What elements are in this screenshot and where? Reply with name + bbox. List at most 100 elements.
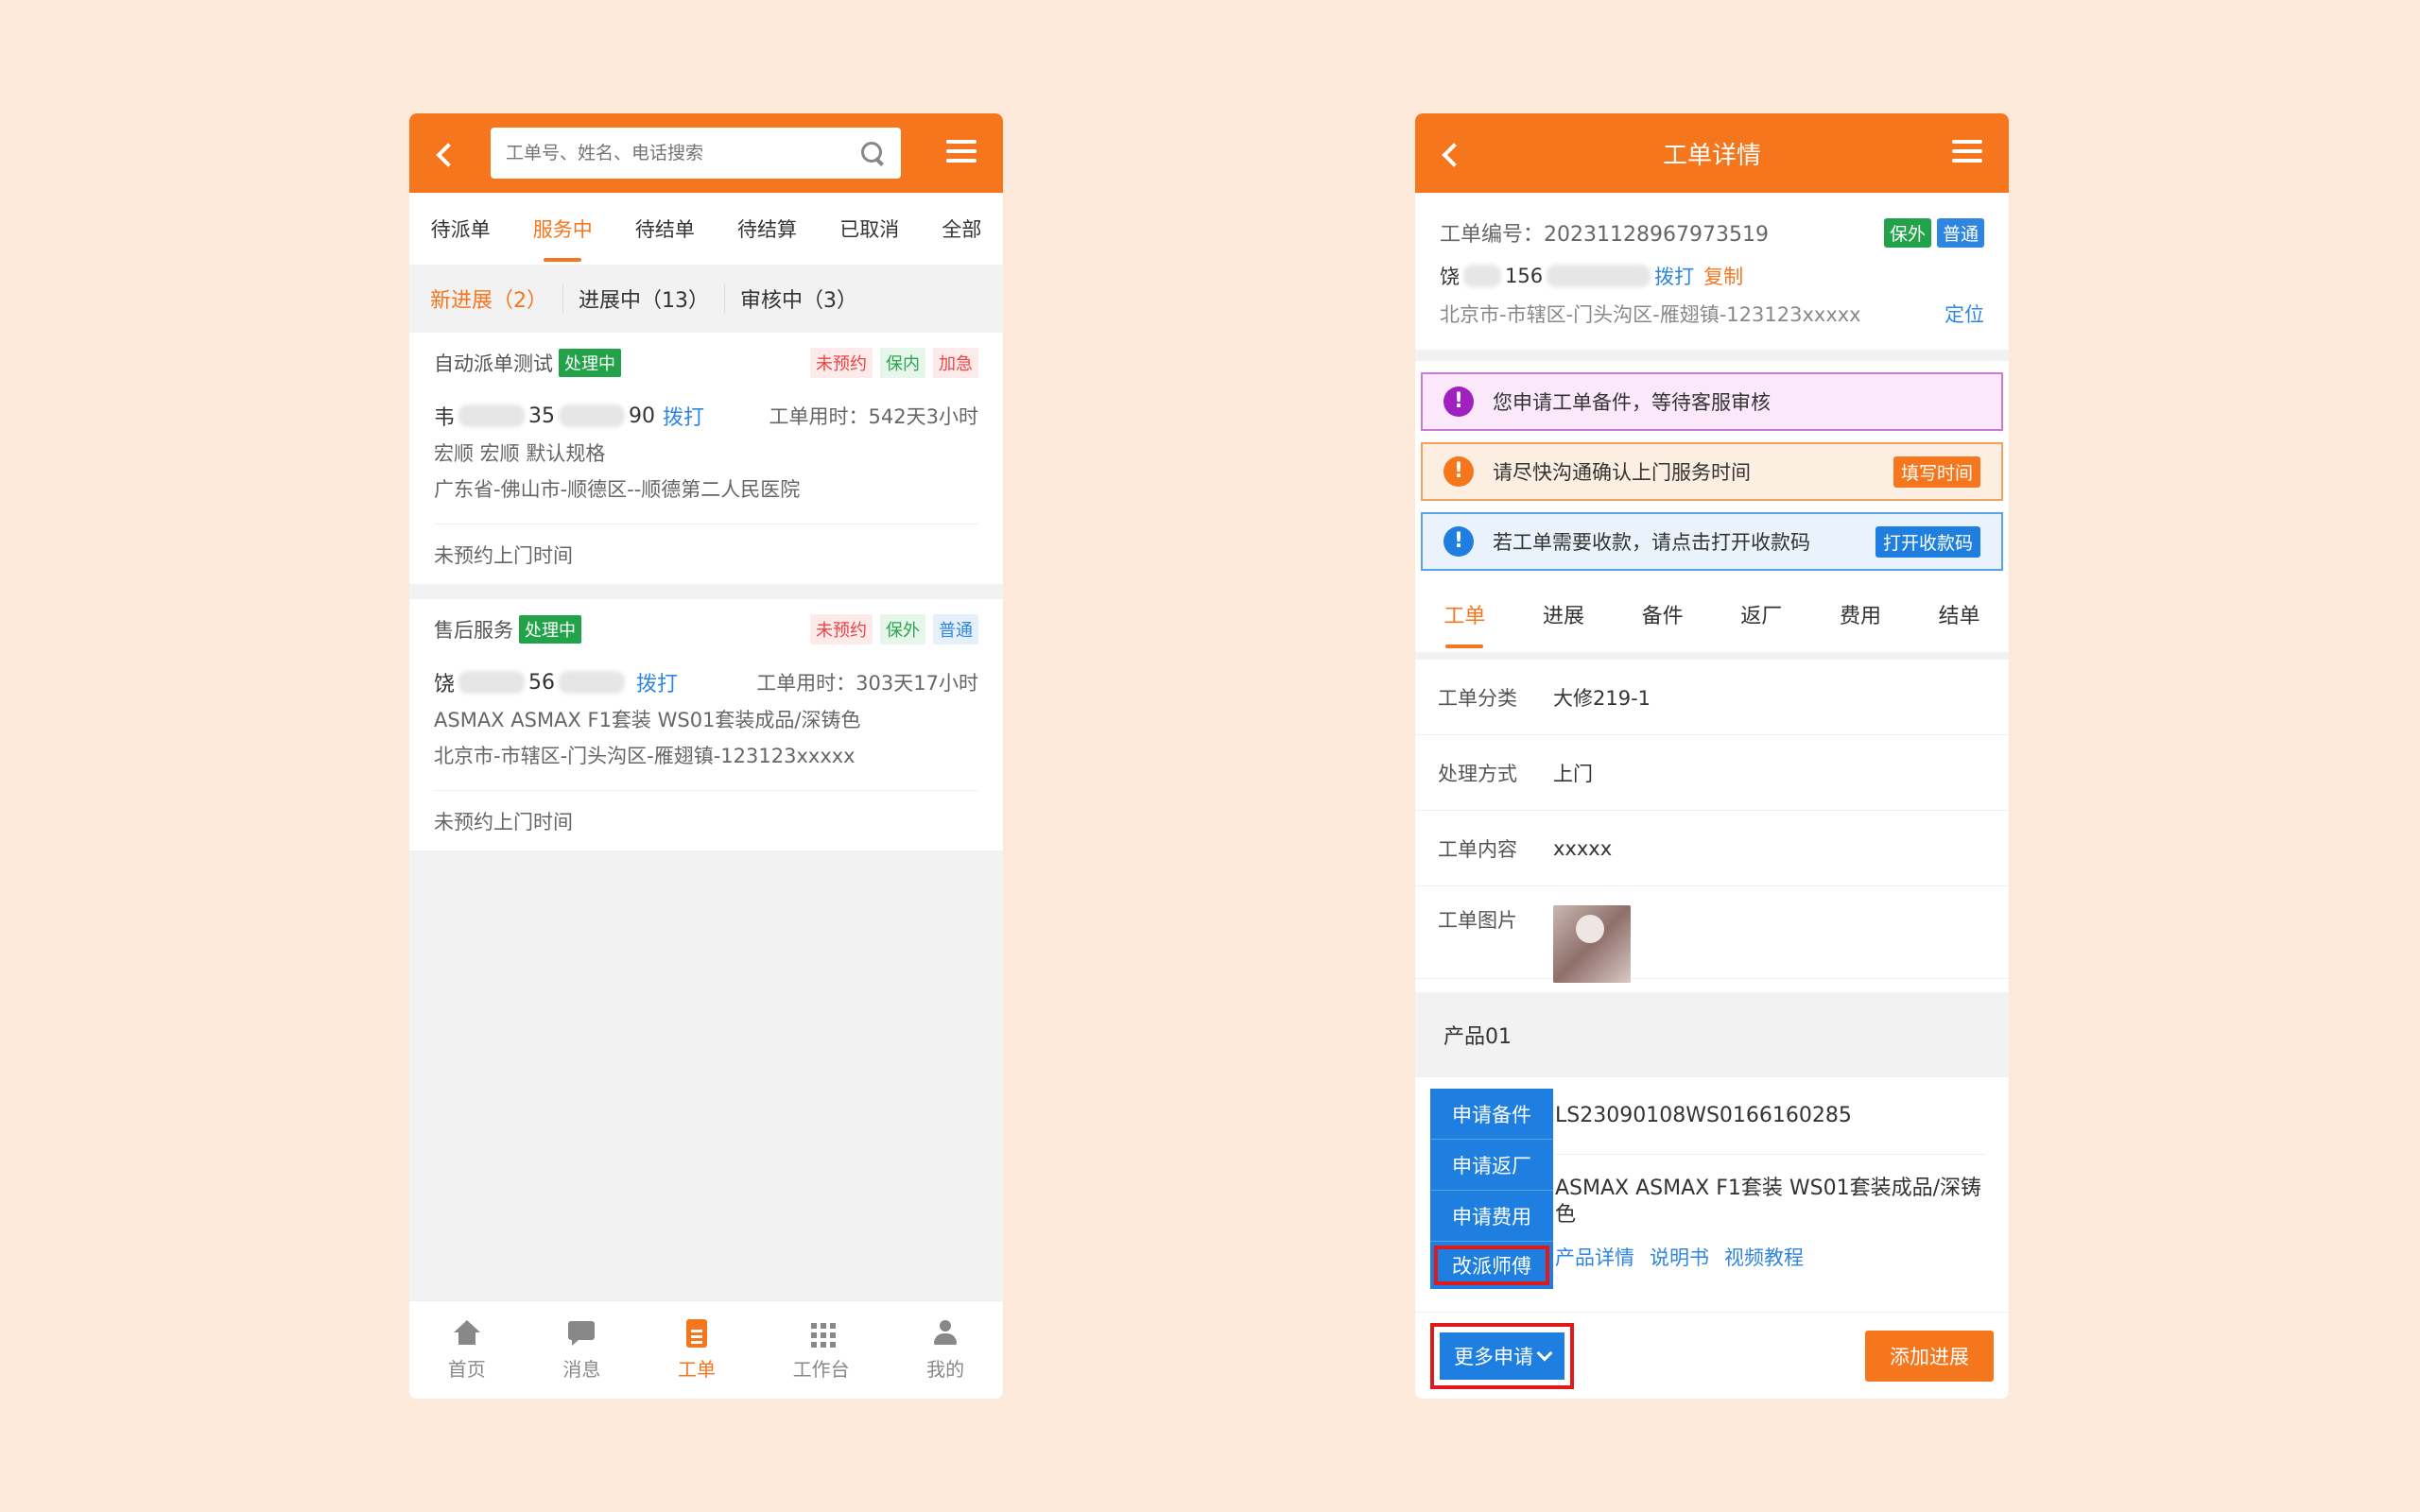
nav-label: 工作台 [792, 1358, 850, 1381]
tab-order[interactable]: 工单 [1443, 593, 1485, 648]
tag-unscheduled: 未预约 [810, 614, 873, 644]
order-info: 工单编号：20231128967973519 保外 普通 饶 156 拨打 复制… [1415, 193, 2009, 361]
time-used: 工单用时：303天17小时 [756, 672, 978, 695]
subtab-in-progress[interactable]: 进展中（13） [563, 284, 725, 314]
tab-all[interactable]: 全部 [942, 209, 981, 249]
nav-work-orders[interactable]: 工单 [678, 1318, 716, 1382]
search-box[interactable] [491, 128, 901, 179]
manual-link[interactable]: 说明书 [1650, 1243, 1709, 1271]
status-badge: 处理中 [559, 349, 621, 377]
product-line: ASMAX ASMAX F1套装 WS01套装成品/深铸色 [434, 709, 861, 731]
tag-urgent: 加急 [933, 348, 978, 378]
tab-progress[interactable]: 进展 [1543, 593, 1584, 635]
status-tabs: 待派单 服务中 待结单 待结算 已取消 全部 [409, 193, 1003, 265]
request-return-item[interactable]: 申请返厂 [1430, 1140, 1553, 1191]
document-icon [682, 1318, 712, 1349]
more-requests-menu: 申请备件 申请返厂 申请费用 改派师傅 [1430, 1089, 1553, 1289]
field-label: 处理方式 [1438, 762, 1517, 785]
tab-pending-dispatch[interactable]: 待派单 [431, 209, 491, 249]
fill-time-button[interactable]: 填写时间 [1893, 455, 1980, 488]
menu-icon[interactable] [1952, 140, 1982, 164]
tab-close[interactable]: 结单 [1939, 593, 1980, 635]
tab-pending-settle[interactable]: 待结算 [737, 209, 797, 249]
field-value: 大修219-1 [1553, 686, 1651, 710]
alert-text: 您申请工单备件，等待客服审核 [1493, 391, 1771, 414]
field-label: 工单分类 [1438, 686, 1517, 710]
tab-in-service[interactable]: 服务中 [533, 209, 593, 262]
product-name: ASMAX ASMAX F1套装 WS01套装成品/深铸色 [1555, 1177, 1981, 1227]
add-progress-button[interactable]: 添加进展 [1865, 1330, 1994, 1382]
search-icon[interactable] [859, 140, 886, 166]
field-content: 工单内容 xxxxx [1415, 811, 2009, 886]
redacted [559, 404, 626, 427]
copy-link[interactable]: 复制 [1703, 262, 1743, 290]
contact-name: 韦 [434, 406, 456, 430]
tab-cancelled[interactable]: 已取消 [839, 209, 899, 249]
field-label: 工单内容 [1438, 837, 1517, 861]
phone-fragment: 56 [528, 670, 556, 695]
appointment-status: 未预约上门时间 [434, 790, 978, 850]
nav-profile[interactable]: 我的 [926, 1318, 964, 1382]
back-icon[interactable] [432, 139, 460, 167]
subtab-new-progress[interactable]: 新进展（2） [430, 284, 563, 314]
detail-tabs: 工单 进展 备件 返厂 费用 结单 [1415, 576, 2009, 660]
order-image-thumbnail[interactable] [1553, 905, 1631, 983]
order-card[interactable]: 售后服务 处理中 未预约 保外 普通 饶 56 拨打 工单用时：303天17小时… [409, 599, 1003, 850]
redacted [1547, 265, 1651, 287]
nav-home[interactable]: 首页 [448, 1318, 486, 1382]
action-bar: 更多申请 添加进展 [1415, 1312, 2009, 1399]
nav-messages[interactable]: 消息 [562, 1318, 600, 1382]
home-icon [452, 1318, 482, 1349]
call-link[interactable]: 拨打 [663, 401, 704, 431]
back-icon[interactable] [1438, 139, 1466, 167]
nav-label: 工单 [677, 1358, 716, 1381]
field-label: 工单图片 [1438, 909, 1517, 932]
warranty-badge: 保外 [1883, 217, 1931, 248]
product-detail-link[interactable]: 产品详情 [1555, 1243, 1634, 1271]
grid-icon [806, 1318, 837, 1349]
status-badge: 处理中 [519, 615, 581, 644]
contact-name: 饶 [434, 673, 456, 696]
chevron-down-icon [1536, 1345, 1553, 1361]
phone-fragment: 35 [528, 404, 556, 428]
page-title: 工单详情 [1662, 141, 1761, 170]
address: 北京市-市辖区-门头沟区-雁翅镇-123123xxxxx [1440, 303, 1861, 326]
tab-parts[interactable]: 备件 [1642, 593, 1684, 635]
work-order-list-screen: 待派单 服务中 待结单 待结算 已取消 全部 新进展（2） 进展中（13） 审核… [409, 113, 1003, 1399]
tab-return[interactable]: 返厂 [1740, 593, 1782, 635]
menu-icon[interactable] [946, 140, 977, 164]
order-number: 工单编号：20231128967973519 [1440, 223, 1769, 247]
exclamation-icon: ! [1443, 456, 1474, 487]
reassign-technician-item[interactable]: 改派师傅 [1434, 1246, 1549, 1285]
phone-fragment: 90 [629, 404, 656, 428]
order-card[interactable]: 自动派单测试 处理中 未预约 保内 加急 韦 35 90 拨打 工单用时：542… [409, 333, 1003, 584]
locate-link[interactable]: 定位 [1945, 300, 1984, 328]
detail-header: 工单详情 [1415, 113, 2009, 193]
request-fees-item[interactable]: 申请费用 [1430, 1191, 1553, 1242]
more-requests-button[interactable]: 更多申请 [1440, 1332, 1564, 1380]
field-value: 上门 [1553, 762, 1593, 785]
product-line: 宏顺 宏顺 默认规格 [434, 442, 606, 465]
subtab-under-review[interactable]: 审核中（3） [725, 284, 873, 314]
tab-fees[interactable]: 费用 [1840, 593, 1881, 635]
redacted [1463, 265, 1501, 287]
alert-payment-code: ! 若工单需要收款，请点击打开收款码 打开收款码 [1421, 512, 2003, 571]
more-requests-label: 更多申请 [1454, 1345, 1533, 1368]
video-tutorial-link[interactable]: 视频教程 [1724, 1243, 1804, 1271]
nav-workbench[interactable]: 工作台 [793, 1318, 850, 1382]
bottom-nav: 首页 消息 工单 工作台 我的 [409, 1300, 1003, 1399]
alert-confirm-time: ! 请尽快沟通确认上门服务时间 填写时间 [1421, 442, 2003, 501]
redacted [458, 671, 526, 694]
nav-label: 首页 [447, 1358, 486, 1381]
call-link[interactable]: 拨打 [1654, 262, 1694, 290]
call-link[interactable]: 拨打 [636, 667, 678, 697]
redacted [559, 671, 626, 694]
alert-text: 请尽快沟通确认上门服务时间 [1493, 461, 1751, 484]
time-used: 工单用时：542天3小时 [769, 405, 978, 428]
open-payment-code-button[interactable]: 打开收款码 [1875, 525, 1980, 558]
tag-normal: 普通 [933, 614, 978, 644]
search-input[interactable] [506, 143, 859, 163]
tab-pending-close[interactable]: 待结单 [635, 209, 695, 249]
exclamation-icon: ! [1443, 387, 1474, 417]
request-parts-item[interactable]: 申请备件 [1430, 1089, 1553, 1140]
